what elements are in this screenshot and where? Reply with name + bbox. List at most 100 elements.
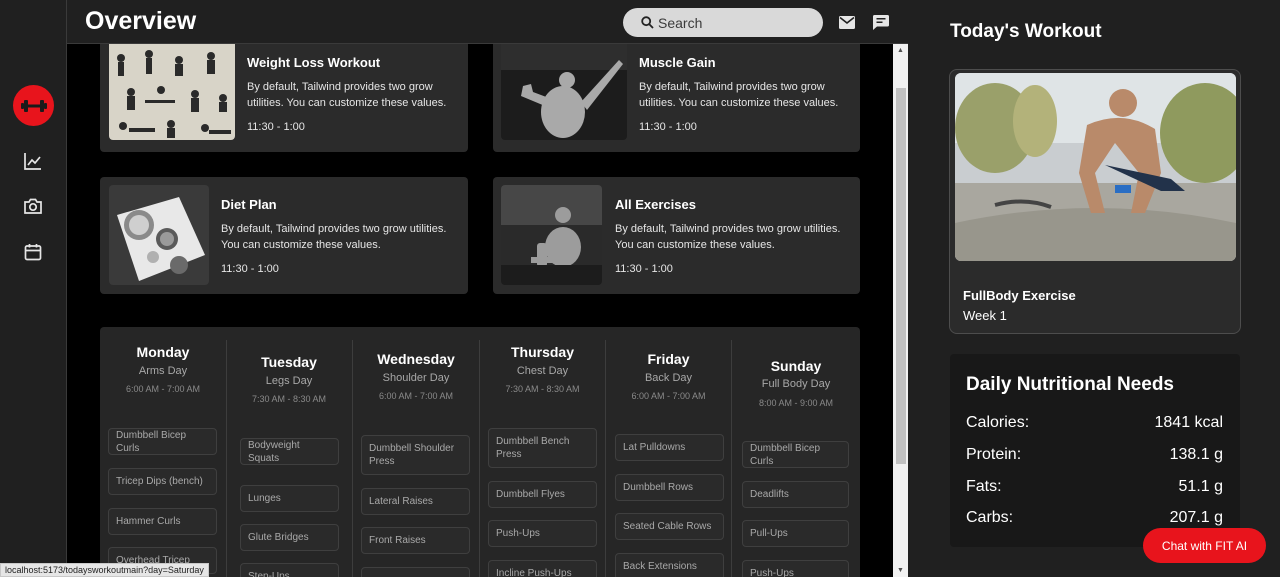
card-time: 11:30 - 1:00	[247, 121, 305, 133]
status-bar-url: localhost:5173/todaysworkoutmain?day=Sat…	[0, 563, 209, 577]
search-bar[interactable]	[623, 8, 823, 37]
card-title: Weight Loss Workout	[247, 55, 381, 70]
card-title: All Exercises	[615, 197, 696, 212]
day-time: 6:00 AM - 7:00 AM	[631, 391, 706, 401]
day-column-friday: Friday Back Day 6:00 AM - 7:00 AM Lat Pu…	[606, 327, 731, 577]
todays-workout-heading: Today's Workout	[950, 21, 1102, 42]
dumbbell-icon	[20, 99, 47, 112]
scroll-down-arrow-icon[interactable]: ▼	[893, 564, 908, 577]
messages-button[interactable]	[871, 12, 891, 32]
exercise-item[interactable]: Dumbbell Rows	[615, 474, 724, 501]
day-name: Sunday	[770, 358, 822, 374]
card-desc-line: You can customize these values.	[221, 239, 381, 251]
mail-icon	[839, 15, 855, 29]
search-icon	[641, 16, 654, 29]
nutrition-row-fats: Fats: 51.1 g	[966, 478, 1223, 496]
exercise-item[interactable]: Step-Ups	[240, 563, 339, 577]
exercise-item[interactable]: Dumbbell Bicep Curls	[742, 441, 849, 468]
exercise-item[interactable]: Seated Cable Rows	[615, 513, 724, 540]
mail-button[interactable]	[837, 12, 857, 32]
exercise-item[interactable]: Hammer Curls	[108, 508, 217, 535]
nutrition-row-protein: Protein: 138.1 g	[966, 446, 1223, 464]
card-desc-line: utilities. You can customize these value…	[639, 97, 839, 109]
day-column-tuesday: Tuesday Legs Day 7:30 AM - 8:30 AM Bodyw…	[231, 327, 347, 577]
camera-icon	[24, 198, 42, 214]
exercise-item[interactable]: Bodyweight Squats	[240, 438, 339, 465]
sidebar-item-camera[interactable]	[22, 195, 44, 217]
chat-with-ai-button[interactable]: Chat with FIT AI	[1143, 528, 1266, 563]
day-column-monday: Monday Arms Day 6:00 AM - 7:00 AM Dumbbe…	[100, 327, 226, 577]
nutrition-value: 138.1 g	[1169, 446, 1223, 463]
exercise-item[interactable]: Push-Ups	[488, 520, 597, 547]
workout-name: FullBody Exercise	[963, 288, 1076, 303]
day-column-sunday: Sunday Full Body Day 8:00 AM - 9:00 AM D…	[732, 327, 860, 577]
day-time: 7:30 AM - 8:30 AM	[505, 384, 580, 394]
program-card-diet-plan[interactable]: Diet Plan By default, Tailwind provides …	[100, 177, 468, 294]
day-type: Arms Day	[138, 365, 188, 377]
main-content: Weight Loss Workout By default, Tailwind…	[67, 44, 893, 577]
nutrition-label: Protein:	[966, 446, 1022, 463]
card-title: Diet Plan	[221, 197, 277, 212]
page-title: Overview	[85, 7, 197, 35]
nutrition-row-calories: Calories: 1841 kcal	[966, 414, 1223, 432]
day-time: 8:00 AM - 9:00 AM	[758, 398, 834, 408]
program-card-muscle-gain[interactable]: Muscle Gain By default, Tailwind provide…	[493, 44, 860, 152]
nutrition-value: 207.1 g	[1169, 509, 1223, 526]
app-root: Overview Search Weight Loss Workout By d…	[0, 0, 1280, 577]
nutrition-row-carbs: Carbs: 207.1 g	[966, 509, 1223, 527]
day-name: Tuesday	[261, 354, 317, 370]
workout-image	[955, 73, 1236, 261]
exercise-item[interactable]: Lateral Raises	[361, 488, 470, 515]
chat-bubble-icon	[873, 14, 889, 30]
program-card-weight-loss[interactable]: Weight Loss Workout By default, Tailwind…	[100, 44, 468, 152]
all-exercises-image	[501, 185, 602, 285]
sidebar-item-stats[interactable]	[22, 150, 44, 172]
card-desc-line: By default, Tailwind provides two grow u…	[221, 223, 447, 235]
exercise-item[interactable]: Glute Bridges	[240, 524, 339, 551]
exercise-item[interactable]	[361, 567, 470, 577]
diet-plan-image	[109, 185, 209, 285]
exercise-item[interactable]: Dumbbell Bench Press	[488, 428, 597, 468]
program-card-all-exercises[interactable]: All Exercises By default, Tailwind provi…	[493, 177, 860, 294]
sidebar	[0, 0, 67, 577]
day-column-thursday: Thursday Chest Day 7:30 AM - 8:30 AM Dum…	[480, 327, 605, 577]
nutrition-heading: Daily Nutritional Needs	[966, 374, 1174, 395]
card-desc-line: By default, Tailwind provides two grow	[247, 81, 433, 93]
exercise-item[interactable]: Lunges	[240, 485, 339, 512]
exercise-item[interactable]: Dumbbell Flyes	[488, 481, 597, 508]
weight-loss-image	[109, 44, 235, 140]
card-desc-line: By default, Tailwind provides two grow	[639, 81, 825, 93]
exercise-item[interactable]: Lat Pulldowns	[615, 434, 724, 461]
card-time: 11:30 - 1:00	[639, 121, 697, 133]
day-name: Wednesday	[377, 351, 455, 367]
todays-workout-card[interactable]: FullBody Exercise Week 1	[949, 69, 1241, 334]
nutrition-value: 1841 kcal	[1154, 414, 1224, 431]
card-title: Muscle Gain	[639, 55, 716, 70]
card-time: 11:30 - 1:00	[615, 263, 673, 275]
exercise-item[interactable]: Front Raises	[361, 527, 470, 554]
scrollbar-thumb[interactable]	[896, 88, 906, 464]
nutrition-label: Fats:	[966, 478, 1002, 495]
exercise-item[interactable]: Incline Push-Ups	[488, 560, 597, 577]
exercise-item[interactable]: Pull-Ups	[742, 520, 849, 547]
day-type: Shoulder Day	[382, 372, 450, 384]
card-desc-line: utilities. You can customize these value…	[247, 97, 447, 109]
exercise-item[interactable]: Dumbbell Shoulder Press	[361, 435, 470, 475]
exercise-item[interactable]: Back Extensions	[615, 553, 724, 577]
nutrition-label: Carbs:	[966, 509, 1014, 526]
scroll-up-arrow-icon[interactable]: ▲	[893, 44, 908, 57]
day-column-wednesday: Wednesday Shoulder Day 6:00 AM - 7:00 AM…	[353, 327, 479, 577]
column-divider	[226, 340, 227, 577]
exercise-item[interactable]: Deadlifts	[742, 481, 849, 508]
day-type: Chest Day	[516, 365, 569, 377]
sidebar-item-dumbbell[interactable]	[13, 85, 54, 126]
exercise-item[interactable]: Dumbbell Bicep Curls	[108, 428, 217, 455]
weekly-schedule: Monday Arms Day 6:00 AM - 7:00 AM Dumbbe…	[100, 327, 860, 577]
nutrition-value: 51.1 g	[1178, 478, 1223, 495]
sidebar-item-calendar[interactable]	[22, 241, 44, 263]
exercise-item[interactable]: Push-Ups	[742, 560, 849, 577]
exercise-item[interactable]: Tricep Dips (bench)	[108, 468, 217, 495]
day-type: Back Day	[644, 372, 693, 384]
right-panel: Today's Workout FullBody Exercise Week 1…	[908, 0, 1280, 577]
search-input[interactable]	[658, 14, 808, 31]
